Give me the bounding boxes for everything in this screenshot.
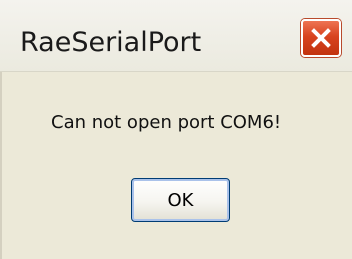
title-bar[interactable]: RaeSerialPort	[0, 0, 352, 72]
message-dialog-window: RaeSerialPort Can not open port COM6! OK	[0, 0, 352, 259]
ok-button[interactable]: OK	[131, 178, 230, 222]
error-message: Can not open port COM6!	[51, 112, 282, 133]
close-icon	[310, 27, 332, 49]
window-title: RaeSerialPort	[20, 27, 202, 58]
close-button[interactable]	[301, 19, 341, 57]
dialog-body: Can not open port COM6! OK	[0, 72, 352, 259]
